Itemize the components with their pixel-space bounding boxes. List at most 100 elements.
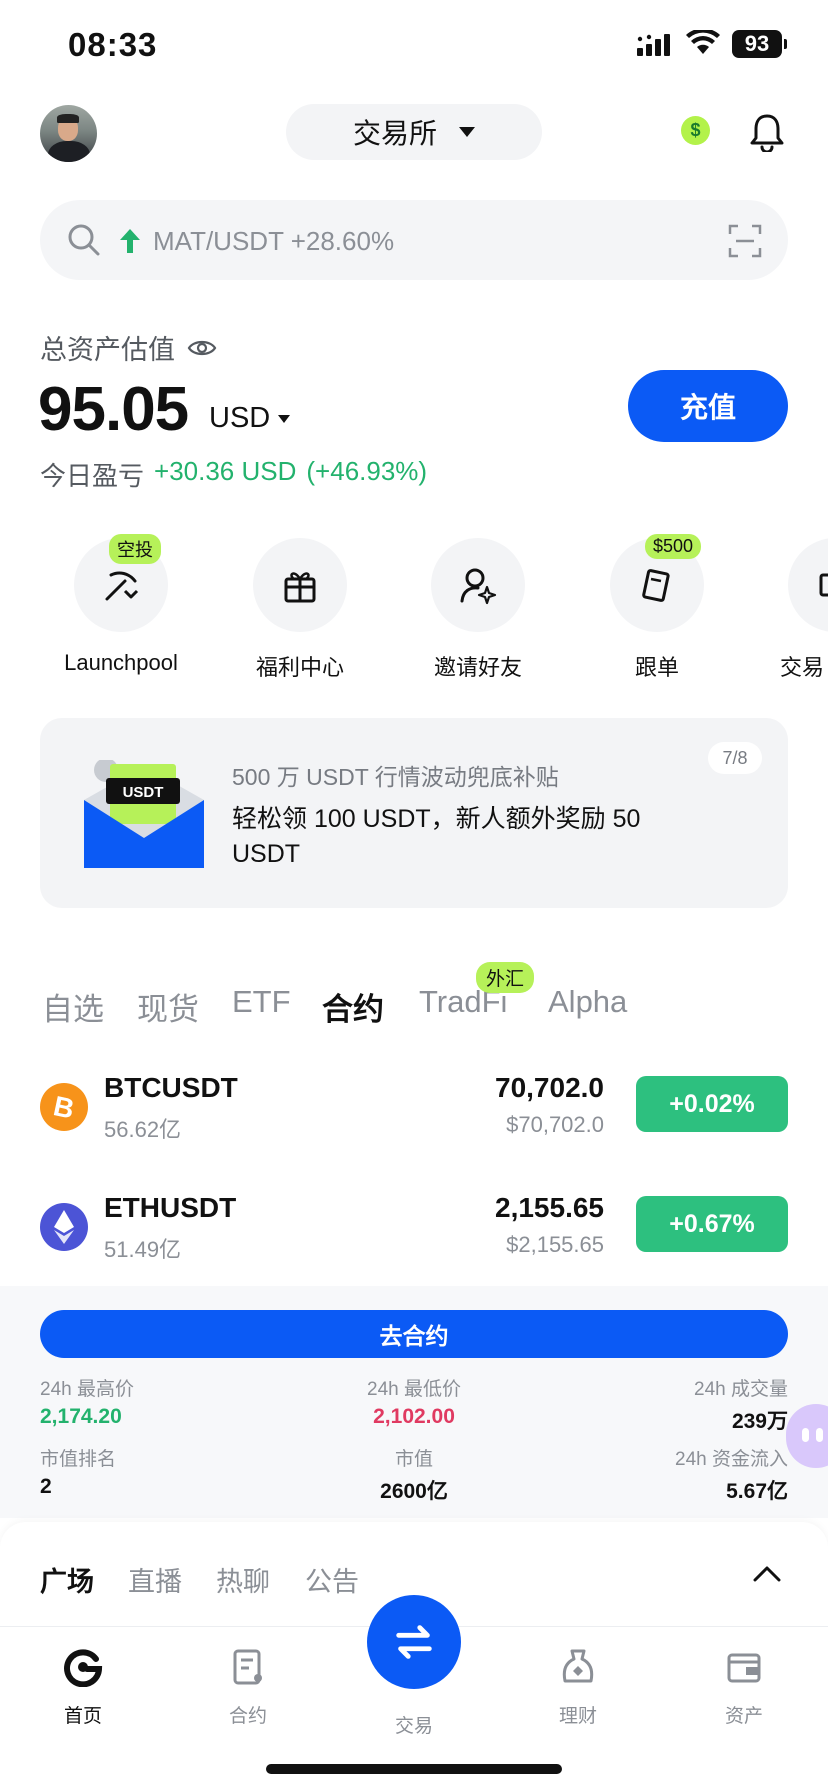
tab-favorites[interactable]: 自选: [42, 984, 104, 1029]
tab-square[interactable]: 广场: [40, 1560, 94, 1599]
currency-selector[interactable]: USD: [209, 402, 291, 435]
bell-icon[interactable]: [749, 112, 785, 152]
tab-spot[interactable]: 现货: [137, 984, 199, 1029]
eye-icon[interactable]: [187, 337, 217, 359]
wifi-icon: [686, 30, 720, 54]
market-symbol: BTCUSDT: [104, 1072, 238, 1103]
chevron-up-icon[interactable]: [752, 1562, 782, 1584]
cellular-signal-icon: [637, 34, 670, 56]
go-futures-button[interactable]: 去合约: [40, 1310, 788, 1358]
airdrop-badge: 空投: [109, 534, 161, 564]
market-volume: 56.62亿: [104, 1117, 182, 1142]
market-volume: 51.49亿: [104, 1237, 182, 1262]
market-usd-price: $70,702.0: [506, 1112, 604, 1137]
tab-announcements[interactable]: 公告: [305, 1560, 359, 1599]
shortcut-label: 福利中心: [255, 655, 344, 680]
nav-assets[interactable]: 资产: [694, 1647, 794, 1728]
market-price: 70,702.0: [495, 1072, 604, 1103]
nav-contract[interactable]: 合约: [198, 1647, 298, 1728]
assistant-eye: [816, 1428, 823, 1442]
asset-value: 95.05: [38, 375, 189, 444]
avatar[interactable]: [40, 105, 97, 162]
promo-banner[interactable]: USDT 500 万 USDT 行情波动兜底补贴 轻松领 100 USDT，新人…: [40, 718, 788, 908]
bitcoin-icon: B: [40, 1083, 88, 1131]
tab-live[interactable]: 直播: [128, 1560, 182, 1599]
envelope-art-text: USDT: [123, 784, 164, 801]
reward-badge: $500: [645, 534, 702, 559]
market-price: 2,155.65: [495, 1192, 604, 1223]
scan-icon[interactable]: [728, 224, 762, 258]
banner-title: 轻松领 100 USDT，新人额外奖励 50 USDT: [232, 805, 641, 868]
banner-pager: 7/8: [708, 742, 762, 774]
shortcut-circle: [253, 538, 347, 632]
shortcut-circle: [788, 538, 828, 632]
market-usd-price: $2,155.65: [506, 1232, 604, 1257]
stat-value: 2600亿: [380, 1480, 448, 1503]
dollar-icon[interactable]: $: [681, 116, 710, 145]
battery-indicator: 93: [732, 30, 787, 58]
shortcut-trade[interactable]: 交易: [744, 538, 828, 682]
tab-chat[interactable]: 热聊: [216, 1560, 270, 1599]
stat-label: 24h 成交量: [694, 1379, 788, 1400]
shortcut-rewards[interactable]: 福利中心: [210, 538, 390, 682]
contract-icon: [233, 1649, 262, 1685]
status-time: 08:33: [68, 26, 158, 63]
exchange-switcher[interactable]: 交易所: [286, 104, 542, 160]
market-symbol: ETHUSDT: [104, 1192, 237, 1223]
chevron-down-icon: [459, 127, 475, 137]
search-trend-text: MAT/USDT +28.60%: [153, 226, 395, 256]
wallet-icon: [727, 1653, 761, 1683]
stat-24h-low: 24h 最低价 2,102.00: [334, 1374, 494, 1429]
tab-futures[interactable]: 合约: [322, 984, 384, 1029]
shortcut-label: 交易: [780, 655, 825, 680]
home-icon: [64, 1649, 103, 1687]
stat-market-cap: 市值 2600亿: [334, 1444, 494, 1505]
stat-label: 24h 最高价: [40, 1379, 134, 1400]
nav-label: 资产: [724, 1706, 763, 1727]
swap-icon: [396, 1625, 432, 1659]
search-icon: [68, 224, 100, 256]
trend-up-icon: [120, 229, 140, 253]
stat-label: 市值: [394, 1449, 433, 1470]
market-row[interactable]: ETHUSDT 51.49亿 2,155.65 $2,155.65 +0.67%: [0, 1180, 828, 1270]
forex-badge: 外汇: [476, 962, 535, 993]
chevron-down-icon: [278, 414, 291, 423]
envelope-art-icon: USDT: [84, 760, 204, 868]
nav-earn[interactable]: 理财: [528, 1647, 628, 1728]
market-change-badge[interactable]: +0.67%: [636, 1196, 788, 1252]
pnl-label: 今日盈亏: [40, 461, 145, 491]
shortcut-launchpool[interactable]: 空投 Launchpool: [31, 534, 211, 676]
market-row[interactable]: B BTCUSDT 56.62亿 70,702.0 $70,702.0 +0.0…: [0, 1060, 828, 1150]
stat-label: 24h 资金流入: [675, 1449, 788, 1470]
stat-label: 市值排名: [40, 1449, 117, 1470]
nav-label: 理财: [558, 1706, 597, 1727]
nav-label: 首页: [63, 1706, 102, 1727]
stat-value: 2,174.20: [40, 1405, 122, 1428]
shortcut-copy-trade[interactable]: $500 跟单: [567, 534, 747, 682]
currency-label: USD: [209, 402, 271, 434]
asset-title: 总资产估值: [40, 328, 217, 367]
market-change-badge[interactable]: +0.02%: [636, 1076, 788, 1132]
shortcut-label: 跟单: [634, 655, 679, 680]
copy-trade-icon: [642, 569, 670, 602]
tab-alpha[interactable]: Alpha: [548, 984, 627, 1020]
asset-title-text: 总资产估值: [40, 335, 175, 365]
stat-value: 5.67亿: [726, 1480, 788, 1503]
shortcut-label: 邀请好友: [433, 655, 522, 680]
exchange-label: 交易所: [352, 118, 437, 149]
nav-home[interactable]: 首页: [33, 1647, 133, 1728]
stat-24h-high: 24h 最高价 2,174.20: [40, 1374, 134, 1429]
tab-etf[interactable]: ETF: [232, 984, 291, 1020]
futures-detail-panel: 去合约 24h 最高价 2,174.20 24h 最低价 2,102.00 24…: [0, 1286, 828, 1518]
stat-label: 24h 最低价: [367, 1379, 461, 1400]
search-bar[interactable]: MAT/USDT +28.60%: [40, 200, 788, 280]
avatar-hair: [57, 114, 79, 123]
avatar-body: [48, 141, 90, 162]
trade-icon: [819, 573, 828, 597]
stat-market-cap-rank: 市值排名 2: [40, 1444, 116, 1499]
nav-trade-button[interactable]: [367, 1595, 461, 1689]
gift-icon: [284, 572, 316, 603]
deposit-button[interactable]: 充值: [628, 370, 788, 442]
stat-value: 2,102.00: [373, 1405, 455, 1428]
shortcut-invite[interactable]: 邀请好友: [388, 538, 568, 682]
